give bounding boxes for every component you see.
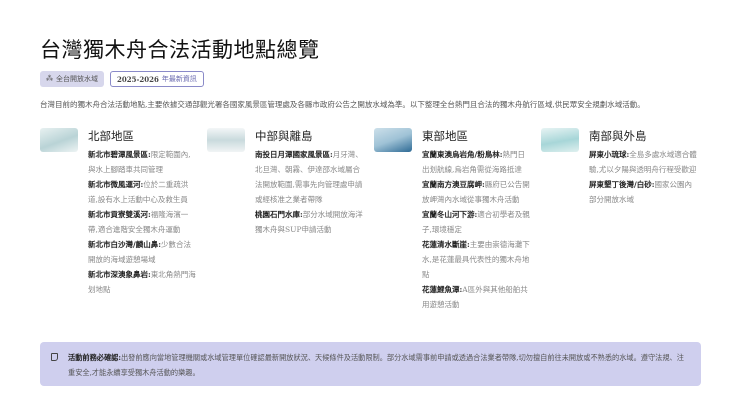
note-label: 活動前務必確認:	[68, 353, 121, 362]
list-item: 新北市微風運河:位於二重疏洪道,設有水上活動中心及救生員	[88, 177, 196, 207]
safety-note: 活動前務必確認:出發前應向當地管理機關或水域管理單位確認最新開放狀況、天候條件及…	[40, 342, 701, 386]
location-name: 花蓮鯉魚潭:	[422, 285, 463, 294]
region-thumbnail	[541, 128, 579, 152]
location-name: 宜蘭東澳烏岩角/粉鳥林:	[422, 150, 503, 159]
location-name: 桃園石門水庫:	[255, 210, 303, 219]
region-thumbnail	[207, 128, 245, 152]
badge-label: 全台開放水域	[56, 75, 98, 83]
list-item: 桃園石門水庫:部分水域開放海洋獨木舟與SUP申請活動	[255, 207, 363, 237]
page-title: 台灣獨木舟合法活動地點總覽	[40, 38, 320, 62]
list-item: 新北市貢寮雙溪河:福隆海濱一帶,適合進階安全獨木舟運動	[88, 207, 196, 237]
intro-paragraph: 台灣目前的獨木舟合法活動地點,主要依據交通部觀光署各國家風景區管理處及各縣市政府…	[40, 100, 645, 109]
region-thumbnail	[40, 128, 78, 152]
badge-year: 2025-2026	[117, 74, 159, 84]
list-item: 新北市白沙灣/麟山鼻:少數合法開放的海域遊憩場域	[88, 237, 196, 267]
location-name: 新北市白沙灣/麟山鼻:	[88, 240, 162, 249]
region-thumbnail	[374, 128, 412, 152]
note-icon	[51, 353, 58, 361]
location-name: 南投日月潭國家風景區:	[255, 150, 333, 159]
list-item: 宜蘭南方澳豆腐岬:縣府已公告開放岬灣內水域從事獨木舟活動	[422, 177, 530, 207]
list-item: 屏東墾丁後灣/白砂:國家公園內部分開放水域	[589, 177, 697, 207]
list-item: 新北市碧潭風景區:限定範圍內,與水上腳踏車共同管理	[88, 147, 196, 177]
people-icon: ⁂	[46, 75, 53, 83]
region-title: 北部地區	[88, 129, 134, 143]
list-item: 南投日月潭國家風景區:月牙灣、北旦灣、朝霧、伊達邵水域屬合法開放範圍,需事先向管…	[255, 147, 363, 207]
open-waters-badge: ⁂ 全台開放水域	[40, 71, 104, 87]
list-item: 屏東小琉球:全島多處水域適合體驗,尤以夕陽與透明舟行程受歡迎	[589, 147, 697, 177]
location-name: 屏東墾丁後灣/白砂:	[589, 180, 655, 189]
location-name: 新北市微風運河:	[88, 180, 144, 189]
region-title: 南部與外島	[589, 129, 647, 143]
location-name: 新北市碧潭風景區:	[88, 150, 151, 159]
location-name: 新北市貢寮雙溪河:	[88, 210, 151, 219]
year-badge: 2025-2026 年最新資訊	[110, 71, 204, 87]
region-title: 中部與離島	[255, 129, 313, 143]
list-item: 宜蘭冬山河下游:適合初學者及親子,環境穩定	[422, 207, 530, 237]
list-item: 宜蘭東澳烏岩角/粉鳥林:熱門日出划航線,烏岩角需從海路抵達	[422, 147, 530, 177]
location-name: 宜蘭南方澳豆腐岬:	[422, 180, 485, 189]
badge-label: 年最新資訊	[161, 75, 197, 83]
location-name: 屏東小琉球:	[589, 150, 630, 159]
location-name: 宜蘭冬山河下游:	[422, 210, 478, 219]
list-item: 花蓮鯉魚潭:A區外與其他船舶共用遊憩活動	[422, 282, 530, 312]
location-name: 花蓮清水斷崖:	[422, 240, 470, 249]
location-name: 新北市深澳象鼻岩:	[88, 270, 151, 279]
list-item: 新北市深澳象鼻岩:東北角熱門海划地點	[88, 267, 196, 297]
region-title: 東部地區	[422, 129, 468, 143]
note-text: 出發前應向當地管理機關或水域管理單位確認最新開放狀況、天候條件及活動限制。部分水…	[68, 353, 684, 377]
list-item: 花蓮清水斷崖:主要由崇德海灘下水,是花蓮最具代表性的獨木舟地點	[422, 237, 530, 282]
